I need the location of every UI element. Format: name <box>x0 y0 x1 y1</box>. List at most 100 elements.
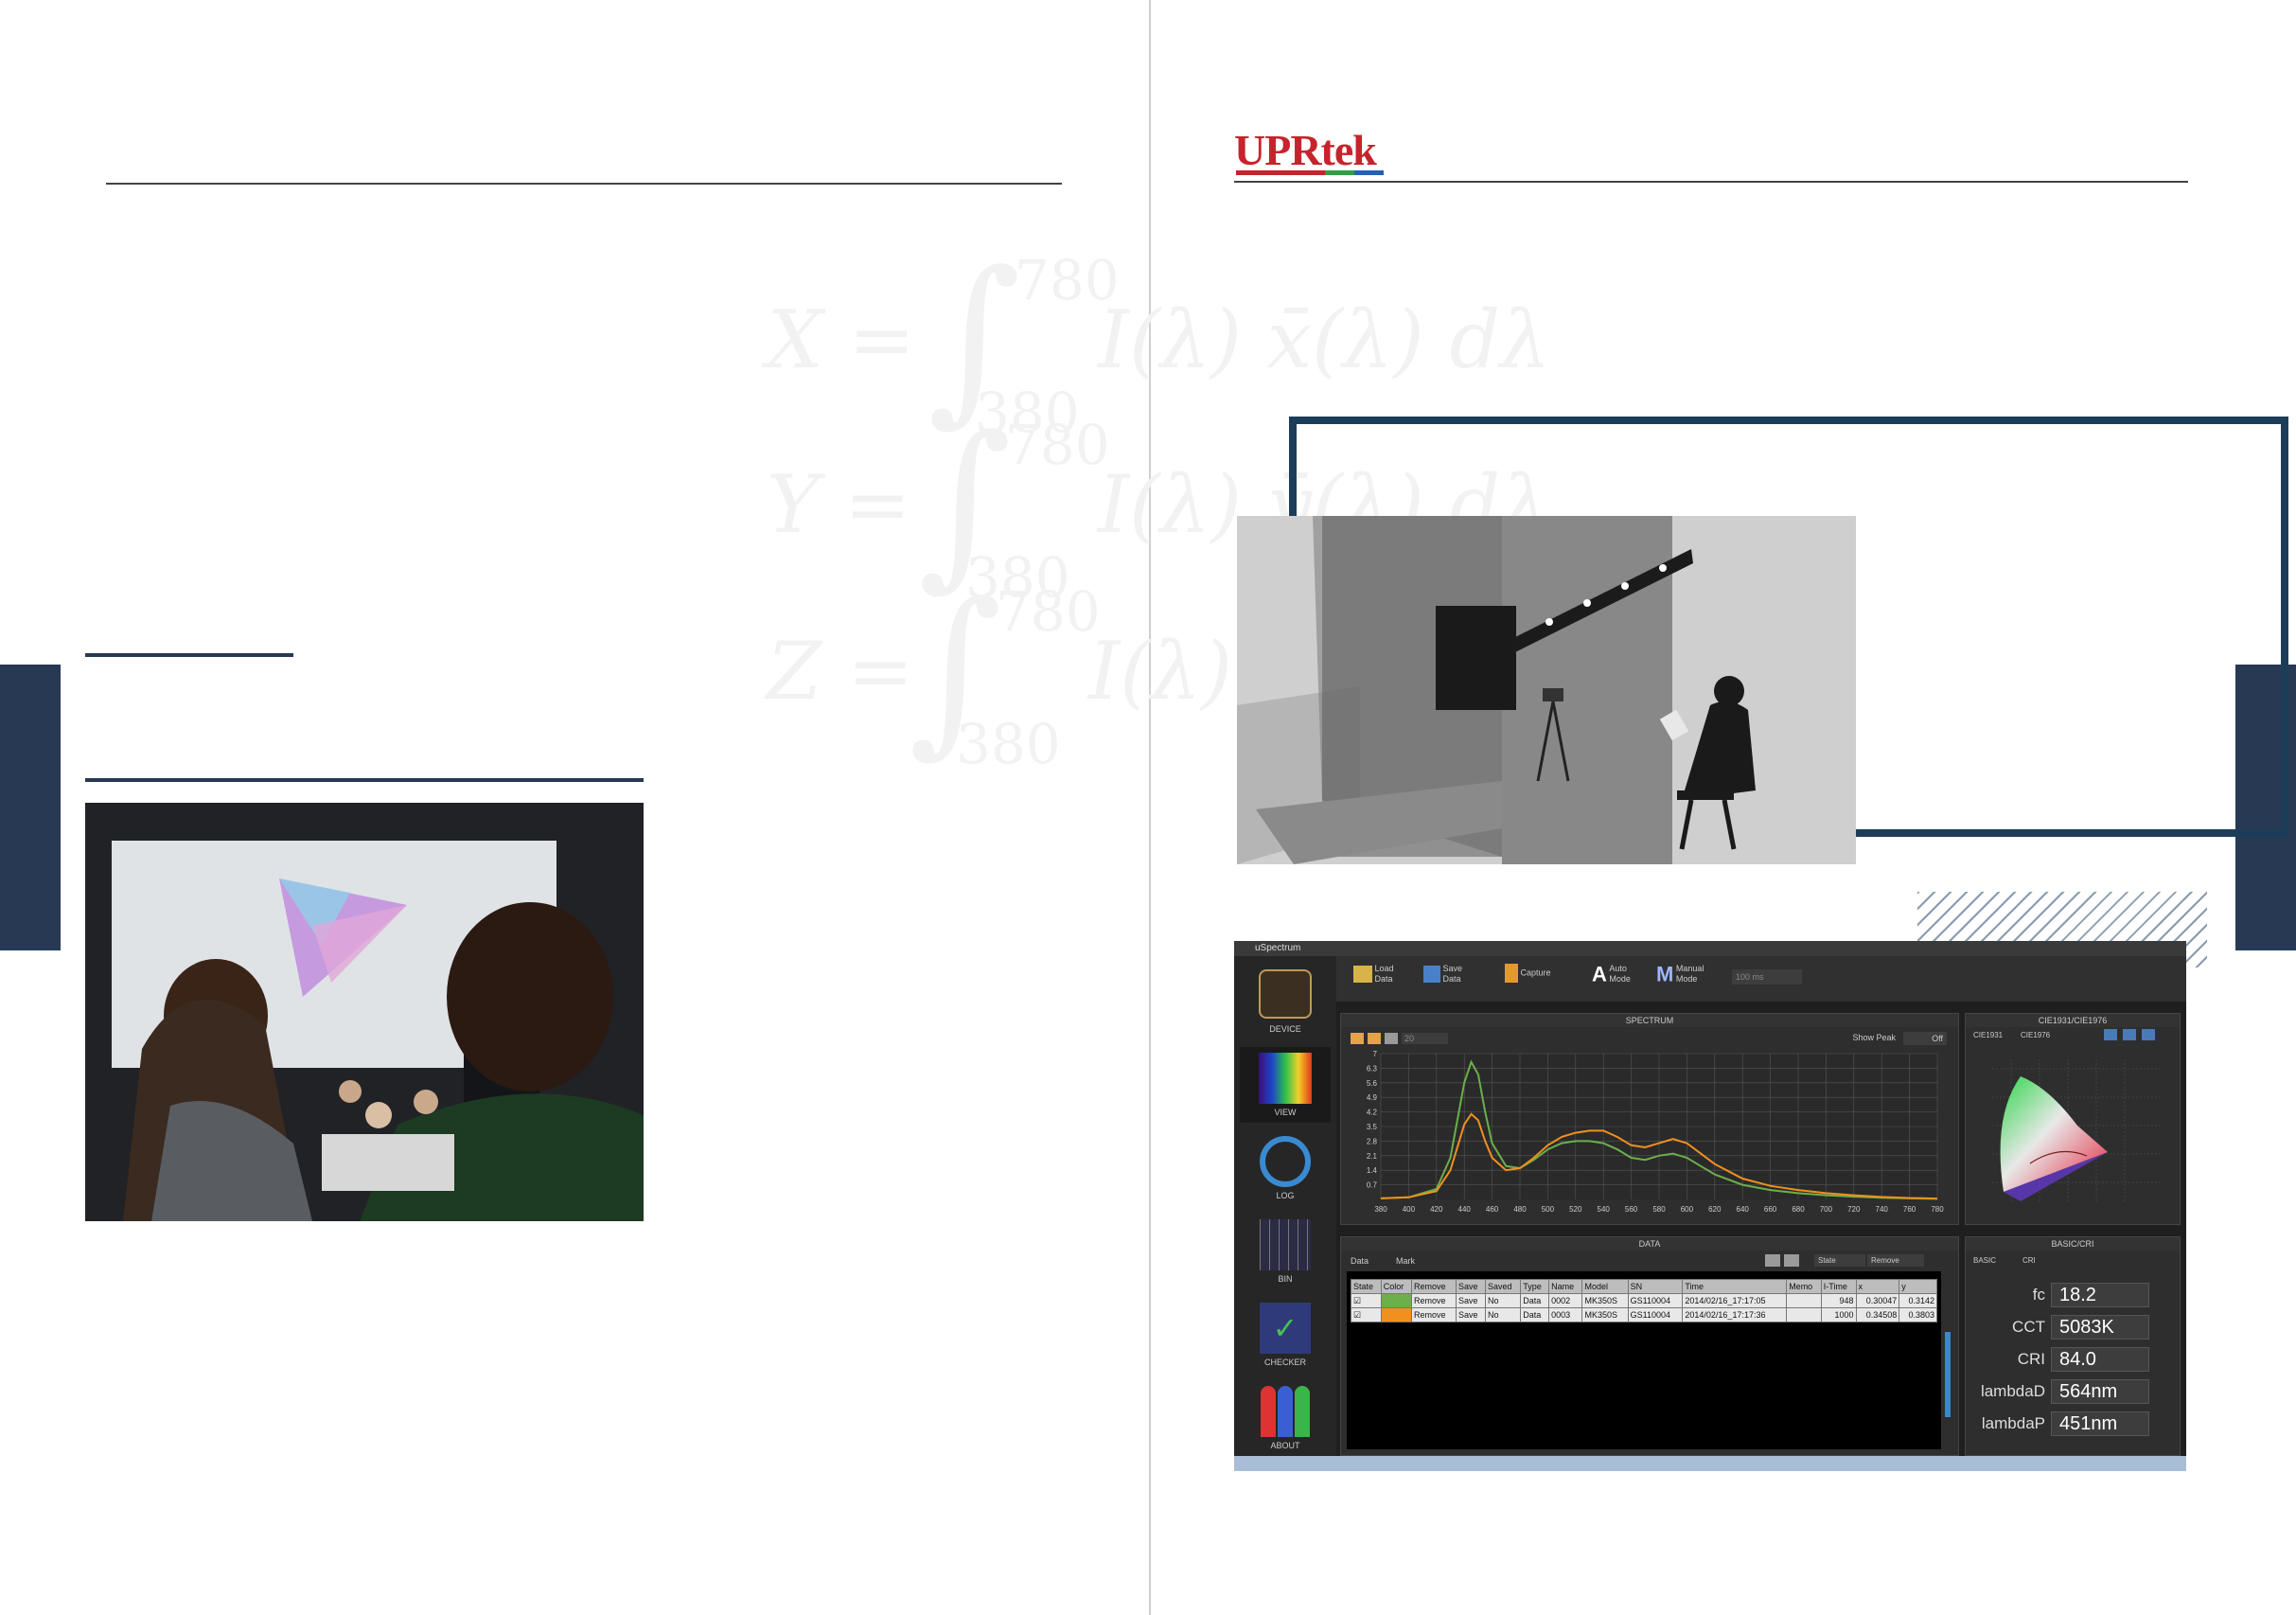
app-sidebar: DEVICE VIEW LOG BIN ✓ CHECKER ABOUT <box>1234 956 1336 1456</box>
cell-memo <box>1786 1293 1822 1308</box>
column-header[interactable]: Saved <box>1485 1279 1522 1294</box>
log-icon <box>1260 1136 1311 1187</box>
cie-fit-icon[interactable] <box>2142 1029 2155 1040</box>
column-header[interactable]: Remove <box>1411 1279 1457 1294</box>
sidebar-item-view[interactable]: VIEW <box>1240 1047 1331 1123</box>
cell-sn: GS110004 <box>1627 1307 1684 1322</box>
cell-name: 0003 <box>1548 1307 1583 1322</box>
basic-label: lambdaP <box>1981 1414 2045 1432</box>
x-tick-label: 520 <box>1569 1205 1582 1214</box>
cie1931-option[interactable]: CIE1931 <box>1973 1031 2003 1039</box>
x-tick-label: 680 <box>1792 1205 1805 1214</box>
cell-time: 2014/02/16_17:17:05 <box>1682 1293 1788 1308</box>
uspectrum-window: uSpectrum DEVICE VIEW LOG BIN ✓ CHECKER … <box>1234 941 2186 1471</box>
cell-save[interactable]: Save <box>1455 1307 1487 1322</box>
column-header[interactable]: y <box>1899 1279 1937 1294</box>
basic-cri-panel: BASIC/CRI BASIC CRI fc 18.2 CCT 5083K CRI 84.… <box>1965 1236 2181 1456</box>
cie1976-option[interactable]: CIE1976 <box>2021 1031 2050 1039</box>
column-header[interactable]: Time <box>1682 1279 1788 1294</box>
cie-zoom-out-icon[interactable] <box>2123 1029 2136 1040</box>
data-table: State Color Remove Save Saved Type Name Model SN… <box>1351 1279 1937 1322</box>
exposure-select[interactable]: 100 ms <box>1732 969 1802 985</box>
reset-icon[interactable] <box>1385 1033 1398 1044</box>
folder-icon <box>1353 966 1372 983</box>
load-data-button[interactable]: Load Data <box>1353 964 1394 985</box>
count-field[interactable]: 20 <box>1402 1033 1448 1044</box>
cie-zoom-in-icon[interactable] <box>2104 1029 2117 1040</box>
basic-label: fc <box>2032 1286 2045 1304</box>
basic-tab[interactable]: BASIC <box>1973 1256 1996 1265</box>
cell-sn: GS110004 <box>1627 1293 1684 1308</box>
x-tick-label: 660 <box>1764 1205 1777 1214</box>
column-header[interactable]: x <box>1855 1279 1900 1294</box>
left-section-tab <box>0 665 61 950</box>
capture-icon <box>1505 964 1518 983</box>
mark-tab[interactable]: Mark <box>1396 1256 1415 1266</box>
column-header[interactable]: Color <box>1380 1279 1413 1294</box>
checker-icon: ✓ <box>1260 1303 1311 1354</box>
column-header[interactable]: Name <box>1548 1279 1583 1294</box>
column-header[interactable]: Model <box>1581 1279 1629 1294</box>
manual-mode-button[interactable]: M Manual Mode <box>1656 964 1704 985</box>
cell-time: 2014/02/16_17:17:36 <box>1682 1307 1788 1322</box>
sidebar-item-checker[interactable]: ✓ CHECKER <box>1240 1297 1331 1373</box>
cell-itime: 1000 <box>1820 1307 1857 1322</box>
cell-x: 0.30047 <box>1855 1293 1900 1308</box>
remove-dropdown[interactable]: Remove <box>1867 1254 1924 1267</box>
table-scrollbar[interactable] <box>1945 1332 1951 1417</box>
basic-value: 84.0 <box>2051 1347 2149 1372</box>
basic-value: 5083K <box>2051 1315 2149 1340</box>
cell-remove[interactable]: Remove <box>1411 1293 1457 1308</box>
sidebar-item-about[interactable]: ABOUT <box>1240 1380 1331 1456</box>
text-tool-2-icon[interactable] <box>1784 1254 1799 1267</box>
save-icon <box>1423 966 1440 983</box>
cie-panel-title: CIE1931/CIE1976 <box>1966 1014 2180 1027</box>
column-header[interactable]: SN <box>1627 1279 1684 1294</box>
row-checkbox[interactable]: ☑ <box>1351 1293 1382 1308</box>
capture-button[interactable]: Capture <box>1505 964 1551 983</box>
column-header[interactable]: Save <box>1455 1279 1487 1294</box>
os-taskbar <box>1234 1456 2186 1471</box>
basic-value: 564nm <box>2051 1379 2149 1404</box>
auto-mode-button[interactable]: A Auto Mode <box>1592 964 1631 985</box>
sidebar-item-device[interactable]: DEVICE <box>1240 964 1331 1039</box>
cell-save[interactable]: Save <box>1455 1293 1487 1308</box>
window-titlebar: uSpectrum <box>1234 941 2186 956</box>
column-header[interactable]: State <box>1351 1279 1382 1294</box>
row-checkbox[interactable]: ☑ <box>1351 1307 1382 1322</box>
cell-memo <box>1786 1307 1822 1322</box>
usb-icon <box>1259 969 1312 1019</box>
x-tick-label: 720 <box>1847 1205 1861 1214</box>
formula-y: Y = ∫ 780 380 I(λ) ȳ(λ) dλ <box>767 398 1551 610</box>
x-tick-label: 560 <box>1625 1205 1638 1214</box>
state-dropdown[interactable]: State <box>1814 1254 1865 1267</box>
sidebar-item-bin[interactable]: BIN <box>1240 1214 1331 1289</box>
column-header[interactable]: I-Time <box>1820 1279 1857 1294</box>
cell-remove[interactable]: Remove <box>1411 1307 1457 1322</box>
cri-tab[interactable]: CRI <box>2022 1256 2036 1265</box>
x-tick-label: 700 <box>1820 1205 1833 1214</box>
x-tick-label: 540 <box>1598 1205 1611 1214</box>
save-data-button[interactable]: Save Data <box>1423 964 1462 985</box>
show-peak-toggle[interactable]: Off <box>1903 1032 1947 1045</box>
cell-name: 0002 <box>1548 1293 1583 1308</box>
zoom-in-icon[interactable] <box>1351 1033 1364 1044</box>
cie-diagram <box>1992 1059 2163 1201</box>
basic-panel-title: BASIC/CRI <box>1966 1237 2180 1251</box>
data-tab[interactable]: Data <box>1351 1256 1369 1266</box>
zoom-out-icon[interactable] <box>1368 1033 1381 1044</box>
table-row[interactable]: ☑ Remove Save No Data 0003 MK350S GS110004 2014/… <box>1351 1307 1937 1322</box>
y-tick-label: 0.7 <box>1367 1181 1378 1190</box>
frame-left <box>1289 417 1297 521</box>
lab-render-image <box>1237 516 1856 864</box>
sidebar-item-log[interactable]: LOG <box>1240 1130 1331 1206</box>
column-header[interactable]: Type <box>1520 1279 1550 1294</box>
uprtek-logo: UPRtek <box>1234 126 1377 174</box>
x-tick-label: 380 <box>1374 1205 1387 1214</box>
table-row[interactable]: ☑ Remove Save No Data 0002 MK350S GS110004 2014/… <box>1351 1293 1937 1308</box>
formula-x: X = ∫ 780 380 I(λ) x̄(λ) dλ <box>767 233 1551 445</box>
x-tick-label: 780 <box>1931 1205 1944 1214</box>
column-header[interactable]: Memo <box>1786 1279 1822 1294</box>
left-header-rule <box>106 183 1062 185</box>
text-tool-icon[interactable] <box>1765 1254 1780 1267</box>
